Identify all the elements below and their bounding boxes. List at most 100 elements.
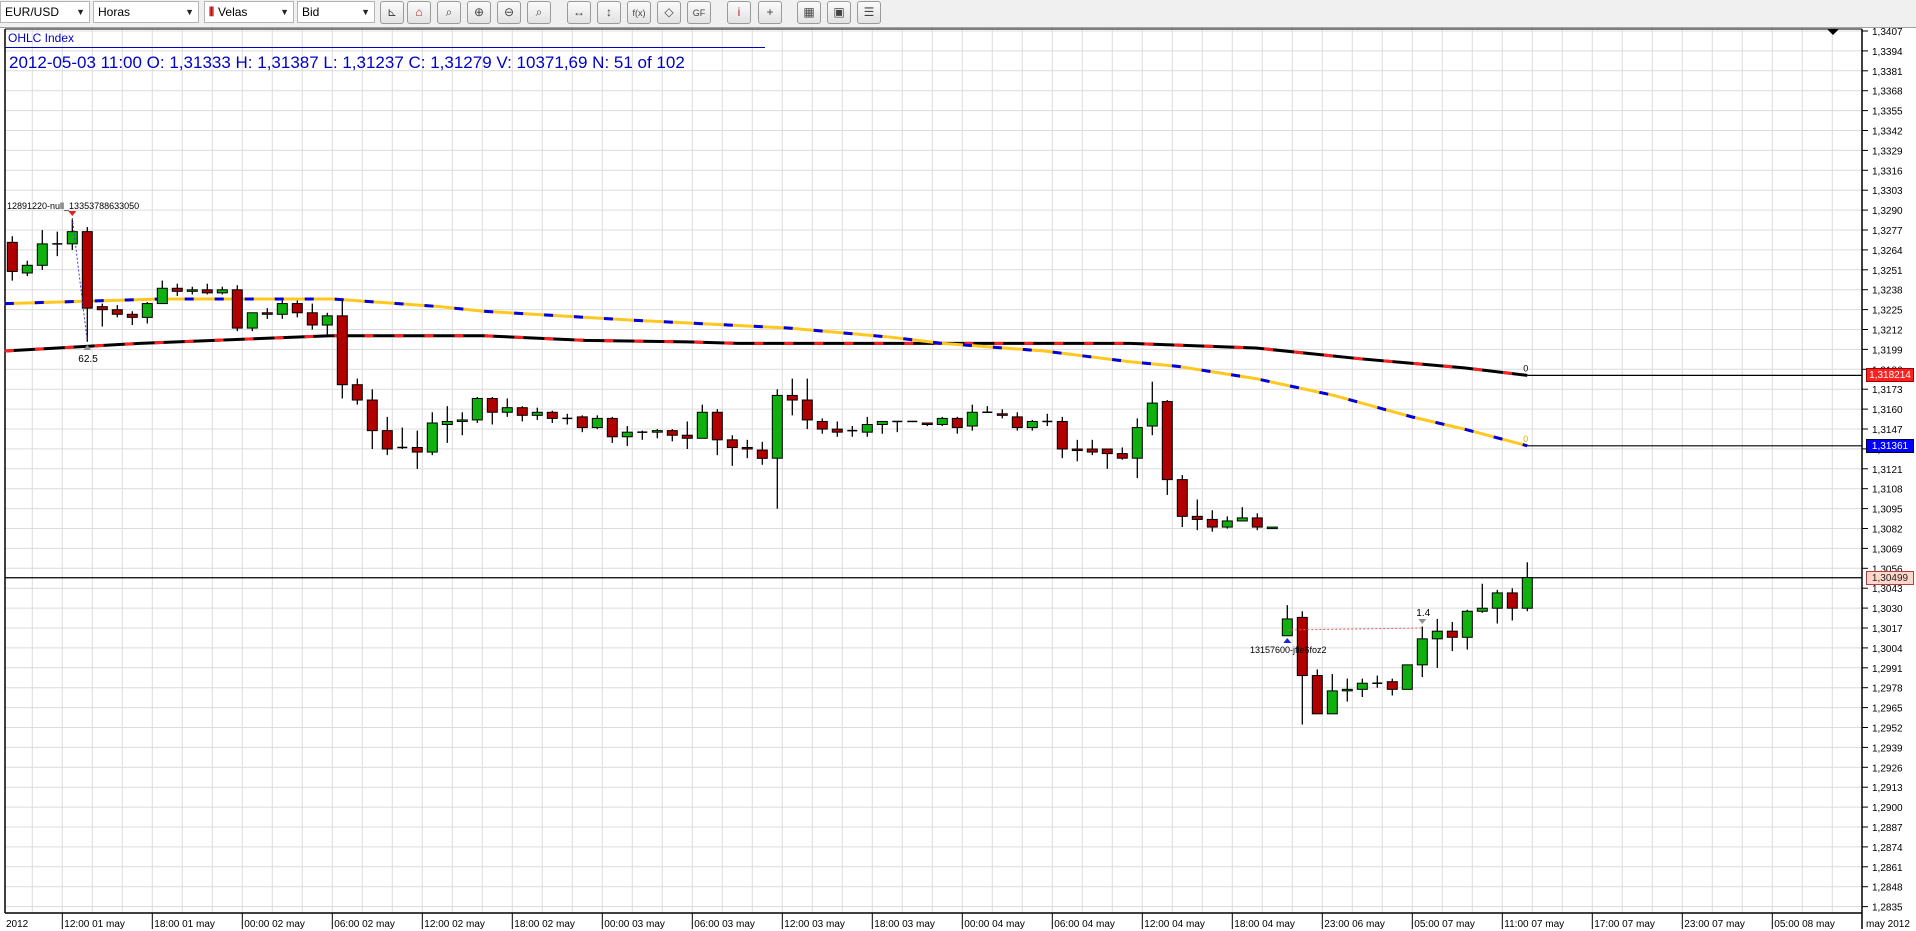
candle-body-up	[471, 397, 483, 421]
candle	[186, 286, 198, 295]
candle-body-down	[201, 289, 213, 294]
candle-body-down	[576, 416, 588, 429]
axis-marker-icon: ⊾	[386, 5, 398, 19]
candle	[1356, 678, 1368, 697]
candle	[816, 418, 828, 434]
candle	[756, 441, 768, 465]
candle	[516, 406, 528, 422]
candle	[861, 416, 873, 437]
candle-body-down	[6, 241, 18, 272]
x-tick-label: 12:00 01 may	[64, 919, 125, 930]
color-palette-icon: ▦	[803, 5, 815, 19]
candle	[156, 280, 168, 305]
candle	[411, 430, 423, 469]
function-button[interactable]: f(x)	[627, 1, 651, 24]
axis-marker-button[interactable]: ⊾	[380, 1, 404, 24]
gf-icon: GF	[692, 8, 706, 18]
candle	[637, 430, 648, 440]
candle-body-up	[1326, 690, 1338, 715]
candle	[1491, 589, 1503, 624]
x-tick-label: 12:00 02 may	[424, 919, 485, 930]
y-tick-label: 1,3303	[1872, 186, 1903, 197]
save-image-button[interactable]: ▣	[827, 1, 851, 24]
y-tick-label: 1,3212	[1872, 326, 1903, 337]
window-layout-button[interactable]: ☰	[857, 1, 881, 24]
shapes-button[interactable]: ◇	[657, 1, 681, 24]
y-tick-label: 1,3017	[1872, 624, 1903, 635]
candle	[1101, 448, 1113, 469]
y-tick-label: 1,3290	[1872, 206, 1903, 217]
ohlc-readout: 2012-05-03 11:00 O: 1,31333 H: 1,31387 L…	[9, 53, 685, 72]
info-button[interactable]: i	[727, 1, 751, 24]
x-tick-label: 18:00 03 may	[874, 919, 935, 930]
lock-button[interactable]: ⌂	[407, 1, 431, 24]
y-tick-label: 1,2952	[1872, 724, 1903, 735]
x-tick-label: 18:00 04 may	[1234, 919, 1295, 930]
candle-body-up	[1491, 592, 1503, 609]
fit-horizontal-button[interactable]: ↔	[567, 1, 591, 24]
candle-body-up	[771, 394, 783, 459]
y-tick-label: 1,3030	[1872, 604, 1903, 615]
zoom-out-button[interactable]: ⊖	[497, 1, 521, 24]
timeframe-select[interactable]: Horas ▼	[93, 1, 199, 23]
price-type-select[interactable]: Bid ▼	[297, 1, 375, 23]
candle	[936, 416, 948, 427]
gf-button[interactable]: GF	[687, 1, 711, 24]
chart-type-select[interactable]: ⫴ Velas ▼	[204, 1, 294, 23]
candle	[1311, 669, 1323, 715]
candle-body-up	[591, 417, 603, 429]
candle	[52, 231, 63, 257]
candle-body-up	[1401, 664, 1413, 690]
x-tick-label: 00:00 02 may	[244, 919, 305, 930]
candle-body-up	[936, 417, 948, 426]
zoom-in-button[interactable]: ⊕	[467, 1, 491, 24]
candle-body-up	[246, 312, 258, 329]
symbol-value: EUR/USD	[5, 5, 60, 19]
y-tick-label: 1,3394	[1872, 47, 1903, 58]
candle-body-down	[111, 309, 123, 315]
candle-body-down	[1011, 416, 1023, 429]
candle	[441, 406, 453, 443]
sell-marker-icon	[68, 211, 77, 216]
candle	[36, 230, 48, 270]
zoom-select-button[interactable]: ⌕	[527, 1, 551, 24]
candle	[1071, 439, 1083, 462]
candle-body-up	[861, 424, 873, 433]
zoom-select-icon: ⌕	[535, 5, 543, 19]
candle	[771, 389, 783, 509]
price-chart[interactable]: 1,3407 1,3394 1,3381 1,3368 1,3355 1,3342 1,33…	[0, 0, 1916, 931]
candle	[681, 421, 693, 450]
y-tick-label: 1,3043	[1872, 584, 1903, 595]
save-image-icon: ▣	[833, 5, 845, 19]
candle	[726, 435, 738, 466]
fit-vertical-button[interactable]: ↕	[597, 1, 621, 24]
candle-body-down	[231, 289, 243, 329]
fit-vertical-icon: ↕	[606, 5, 612, 19]
candle	[1372, 675, 1383, 688]
candle-body-up	[156, 287, 168, 305]
candle-body-down	[96, 306, 108, 311]
zoom-fit-button[interactable]: ⌕	[437, 1, 461, 24]
candle	[966, 404, 978, 431]
candle-body-up	[651, 430, 663, 433]
candle	[876, 420, 888, 434]
color-palette-button[interactable]: ▦	[797, 1, 821, 24]
candle	[471, 396, 483, 423]
y-tick-label: 1,2835	[1872, 903, 1903, 914]
candle	[591, 415, 603, 430]
symbol-select[interactable]: EUR/USD ▼	[0, 1, 90, 23]
chevron-down-icon: ▼	[280, 7, 289, 17]
y-tick-label: 1,3342	[1872, 127, 1903, 138]
candle-body-down	[351, 384, 363, 401]
candle	[606, 416, 618, 443]
candle	[847, 426, 858, 437]
candle	[501, 398, 513, 417]
candle-body-up	[621, 431, 633, 438]
y-tick-label: 1,2874	[1872, 843, 1903, 854]
crosshair-button[interactable]: +	[758, 1, 782, 24]
candle	[786, 378, 798, 416]
chevron-down-icon: ▼	[185, 7, 194, 17]
y-tick-label: 1,3381	[1872, 67, 1903, 78]
candle-body-down	[681, 434, 693, 439]
candle	[276, 300, 288, 319]
